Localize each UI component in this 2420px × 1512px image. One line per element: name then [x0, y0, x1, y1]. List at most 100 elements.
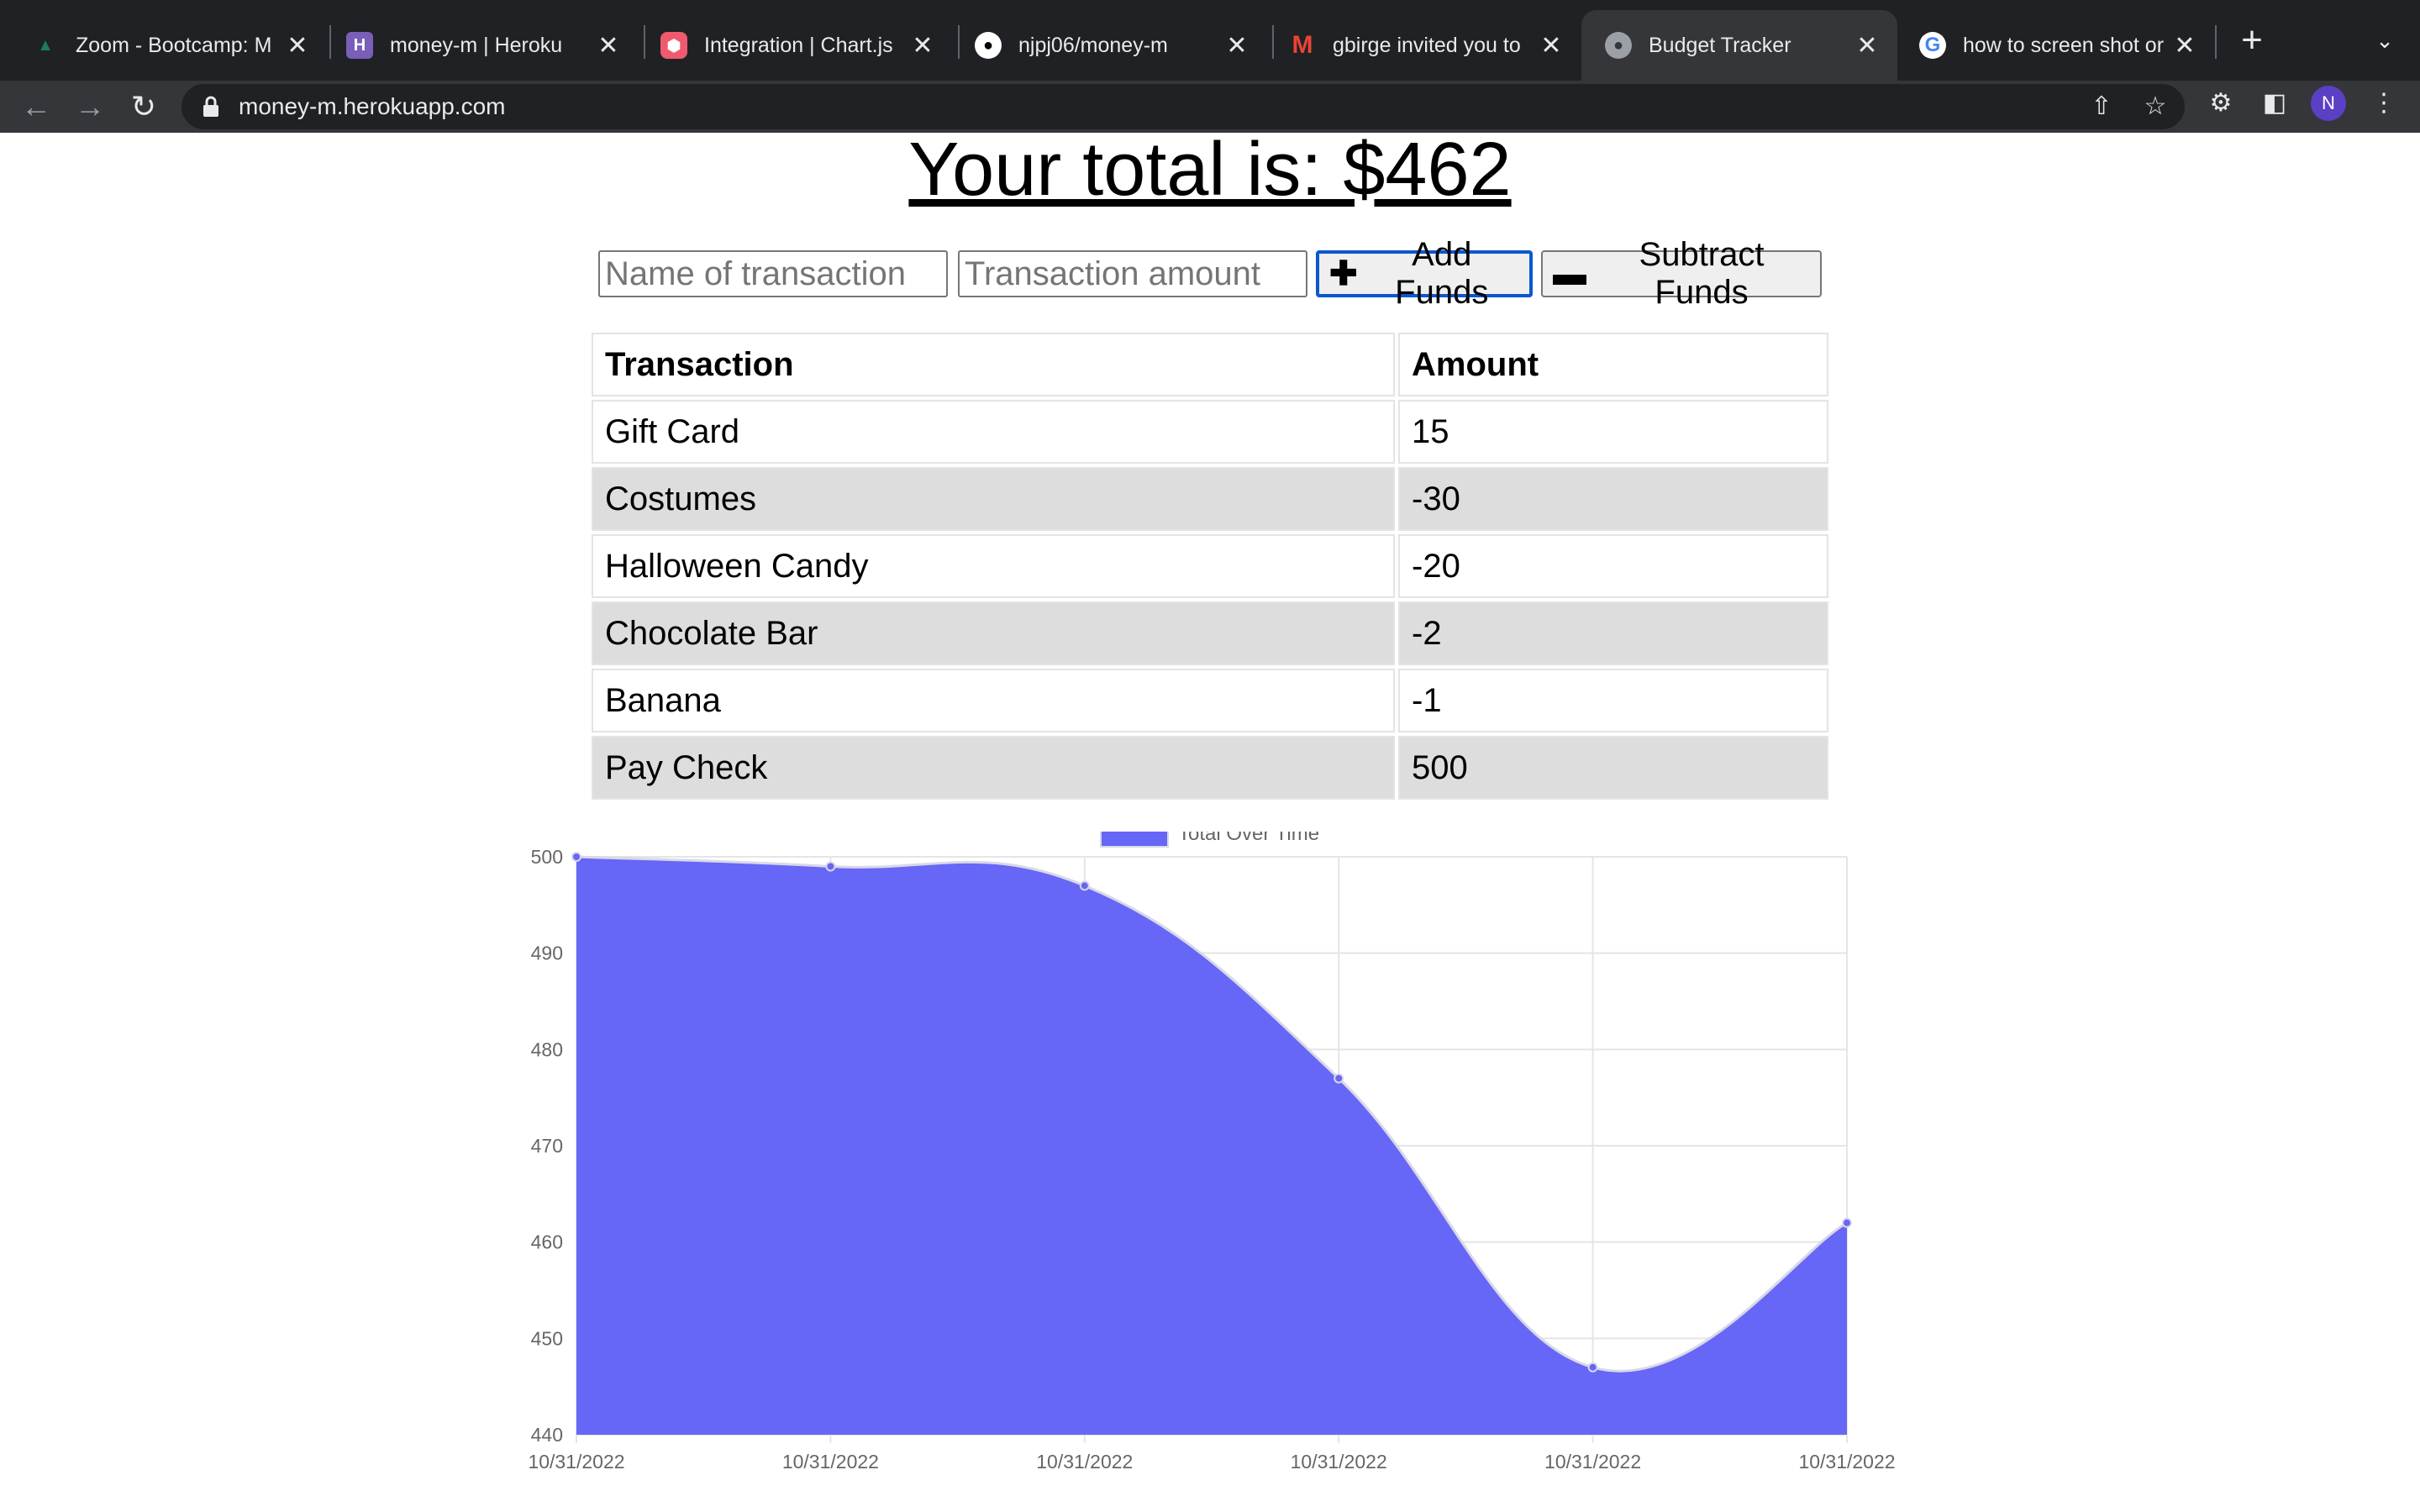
table-row: Costumes -30 [592, 467, 1828, 531]
table-row: Pay Check 500 [592, 736, 1828, 800]
close-icon[interactable]: ✕ [906, 29, 939, 62]
browser-tab[interactable]: G how to screen shot or ✕ [1896, 10, 2215, 81]
data-point [1079, 880, 1090, 891]
table-row: Banana -1 [592, 669, 1828, 732]
transactions-table: Transaction Amount Gift Card 15 Costumes… [588, 329, 1832, 803]
x-tick-label: 10/31/2022 [1544, 1451, 1641, 1473]
tab-title: Budget Tracker [1649, 33, 1791, 57]
close-icon[interactable]: ✕ [592, 29, 625, 62]
subtract-funds-label: Subtract Funds [1639, 236, 1765, 311]
browser-tab[interactable]: ● njpj06/money-m ✕ [951, 10, 1267, 81]
y-tick-label: 480 [531, 1038, 563, 1060]
reload-icon[interactable]: ↻ [124, 87, 163, 126]
close-icon[interactable]: ✕ [2168, 29, 2202, 62]
globe-icon: ● [1605, 32, 1632, 59]
add-funds-button[interactable]: ✚ Add Funds [1316, 236, 1533, 311]
total-chart: 440 450 460 470 480 490 500 10/31/2022 10/31/202… [504, 822, 1916, 1512]
subtract-funds-button[interactable]: ▬ Subtract Funds [1541, 236, 1822, 311]
transaction-amount-cell: -1 [1398, 669, 1828, 732]
transaction-name-cell: Banana [592, 669, 1395, 732]
plus-icon: ✚ [1329, 255, 1358, 292]
transaction-amount-cell: 500 [1398, 736, 1828, 800]
close-icon[interactable]: ✕ [281, 29, 314, 62]
address-bar[interactable]: money-m.herokuapp.com ⇧ ☆ [182, 84, 2185, 129]
data-point [1842, 1217, 1852, 1228]
table-row: Chocolate Bar -2 [592, 601, 1828, 665]
page-content: Your total is: $462 ✚ Add Funds ▬ Subtra… [0, 133, 2420, 1512]
chartjs-icon: ⬢ [660, 32, 687, 59]
tab-divider [2215, 25, 2217, 59]
x-tick-label: 10/31/2022 [782, 1451, 879, 1473]
table-row: Halloween Candy -20 [592, 534, 1828, 598]
browser-tab-active[interactable]: ● Budget Tracker ✕ [1581, 10, 1897, 81]
browser-tab[interactable]: M gbirge invited you to ✕ [1265, 10, 1581, 81]
google-icon: G [1919, 32, 1946, 59]
transaction-name-input[interactable] [598, 250, 948, 297]
avatar[interactable]: N [2311, 86, 2346, 121]
github-icon: ● [975, 32, 1002, 59]
chevron-down-icon[interactable]: ⌄ [2368, 24, 2402, 57]
tab-title: Zoom - Bootcamp: M [76, 33, 272, 57]
minus-icon: ▬ [1553, 255, 1586, 292]
total-heading: Your total is: $462 [908, 133, 1512, 212]
transaction-amount-cell: -30 [1398, 467, 1828, 531]
y-tick-label: 470 [531, 1135, 563, 1157]
tab-title: how to screen shot or [1963, 33, 2165, 57]
browser-tab[interactable]: H money-m | Heroku ✕ [323, 10, 639, 81]
close-icon[interactable]: ✕ [1850, 29, 1884, 62]
x-tick-label: 10/31/2022 [528, 1451, 624, 1473]
table-header-row: Transaction Amount [592, 333, 1828, 396]
close-icon[interactable]: ✕ [1220, 29, 1254, 62]
transaction-name-cell: Chocolate Bar [592, 601, 1395, 665]
back-icon[interactable]: ← [17, 87, 55, 126]
y-tick-label: 440 [531, 1424, 563, 1446]
transaction-name-cell: Pay Check [592, 736, 1395, 800]
add-funds-label: Add Funds [1395, 236, 1489, 311]
tab-title: money-m | Heroku [390, 33, 563, 57]
gmail-icon: M [1292, 31, 1313, 59]
lock-icon [203, 96, 218, 117]
transaction-amount-input[interactable] [958, 250, 1307, 297]
data-point [1587, 1362, 1598, 1373]
y-tick-label: 490 [531, 942, 563, 964]
heroku-icon: H [346, 32, 373, 59]
transaction-amount-cell: -20 [1398, 534, 1828, 598]
side-panel-icon[interactable]: ◧ [2255, 84, 2294, 123]
column-header: Amount [1398, 333, 1828, 396]
browser-tab[interactable]: ▲ Zoom - Bootcamp: M ✕ [8, 10, 328, 81]
transaction-name-cell: Halloween Candy [592, 534, 1395, 598]
data-point [571, 852, 581, 862]
y-tick-label: 450 [531, 1327, 563, 1349]
tab-title: Integration | Chart.js [704, 33, 893, 57]
close-icon[interactable]: ✕ [1534, 29, 1568, 62]
browser-toolbar: ← → ↻ money-m.herokuapp.com ⇧ ☆ [0, 81, 2420, 133]
legend-swatch [1100, 824, 1169, 848]
share-icon[interactable]: ⇧ [2084, 89, 2119, 124]
tab-title: njpj06/money-m [1018, 33, 1168, 57]
table-row: Gift Card 15 [592, 400, 1828, 464]
star-icon[interactable]: ☆ [2138, 89, 2173, 124]
transaction-name-cell: Gift Card [592, 400, 1395, 464]
data-point [825, 861, 836, 872]
zoom-icon: ▲ [37, 35, 54, 55]
new-tab-icon[interactable]: + [2233, 22, 2270, 59]
transaction-amount-cell: 15 [1398, 400, 1828, 464]
forward-icon[interactable]: → [71, 87, 109, 126]
transaction-amount-cell: -2 [1398, 601, 1828, 665]
browser-tab[interactable]: ⬢ Integration | Chart.js ✕ [637, 10, 953, 81]
tab-title: gbirge invited you to [1333, 33, 1521, 57]
y-tick-label: 500 [531, 846, 563, 868]
transaction-name-cell: Costumes [592, 467, 1395, 531]
data-point [1334, 1073, 1344, 1084]
kebab-menu-icon[interactable]: ⋮ [2365, 84, 2403, 123]
chart-canvas: 440 450 460 470 480 490 500 10/31/2022 10/31/202… [528, 822, 1895, 1473]
column-header: Transaction [592, 333, 1395, 396]
x-tick-label: 10/31/2022 [1036, 1451, 1133, 1473]
x-tick-label: 10/31/2022 [1291, 1451, 1387, 1473]
legend-label: Total Over Time [1178, 832, 1319, 845]
browser-tabstrip: ▲ Zoom - Bootcamp: M ✕ H money-m | Herok… [0, 0, 2420, 81]
y-tick-label: 460 [531, 1231, 563, 1253]
extensions-icon[interactable]: ⚙ [2202, 84, 2240, 123]
url-text: money-m.herokuapp.com [239, 93, 506, 119]
x-tick-label: 10/31/2022 [1798, 1451, 1895, 1473]
